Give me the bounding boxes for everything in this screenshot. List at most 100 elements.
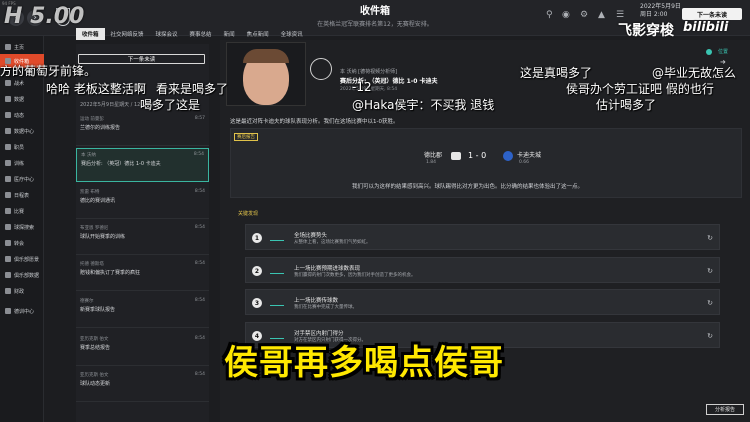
finding-desc: 从整体上看，这场比赛我们气势如虹。 <box>294 240 371 245</box>
nav-label: 德训中心 <box>14 308 35 315</box>
list-item[interactable]: 德赛尔新赛季球队报告 8:54 <box>76 295 209 328</box>
mail-title: 赛后分析: （英冠）德比 1-0 卡迪夫 <box>81 161 161 167</box>
club-data-icon <box>5 272 11 278</box>
nav-item-club-data[interactable]: 俱乐部数据 <box>0 268 44 282</box>
away-team: 卡迪夫城 <box>517 152 542 159</box>
nav-item-club-vision[interactable]: 俱乐部愿景 <box>0 252 44 266</box>
nav-item-dynamics[interactable]: 动态 <box>0 108 44 122</box>
nav-label: 主页 <box>14 44 25 51</box>
nav-item-matches[interactable]: 比赛 <box>0 204 44 218</box>
scouting-icon <box>5 224 11 230</box>
expand-icon[interactable]: ↻ <box>707 267 713 275</box>
list-item[interactable]: 运动 前曼彭 兰德尔的训练报告 8:57 <box>76 113 209 146</box>
watermark-left: H 5.00 <box>4 4 85 29</box>
tab-social[interactable]: 社交网络反馈 <box>105 28 150 40</box>
page-subtitle: 在英格兰冠军联赛排名第12，无赛程安排。 <box>317 21 433 28</box>
analysis-report-button[interactable]: 分析报告 <box>706 404 744 415</box>
nav-item-data[interactable]: 数据 <box>0 92 44 106</box>
menu-icon[interactable]: ☰ <box>616 10 624 20</box>
mail-sender: 托德 德斯塔 <box>80 262 104 267</box>
finding-row[interactable]: 3 上一场比赛传球数 我们在比赛中完成了大量传球。 ↻ <box>245 289 720 315</box>
tab-focus-news[interactable]: 焦点新闻 <box>241 28 275 40</box>
expand-icon[interactable]: ↻ <box>707 332 713 340</box>
momentum-icon <box>270 234 284 241</box>
tab-world-news[interactable]: 全球资讯 <box>275 28 309 40</box>
club-badge-icon <box>310 58 332 80</box>
mail-time: 8:54 <box>194 298 205 303</box>
mail-time: 8:54 <box>194 336 205 341</box>
nav-label: 战术 <box>14 80 25 87</box>
nav-item-staff[interactable]: 职员 <box>0 140 44 154</box>
nav-label: 球探搜索 <box>14 224 35 231</box>
data-icon <box>5 96 11 102</box>
list-item-selected[interactable]: 本 沃纳 赛后分析: （英冠）德比 1-0 卡迪夫 8:54 <box>76 148 209 182</box>
finding-row[interactable]: 2 上一场比赛预期进球数表现 我们赢得的射门次数更多，因为我们对手创造了更多的机会。… <box>245 257 720 283</box>
danmaku-comment: 哈哈 老板这整活啊 <box>46 82 146 96</box>
dynamics-icon <box>5 112 11 118</box>
finding-title: 上一场比赛预期进球数表现 <box>294 266 361 272</box>
tab-inbox[interactable]: 收件箱 <box>76 28 105 40</box>
key-findings-label: 关键发现 <box>238 211 259 217</box>
search-icon[interactable]: ⚲ <box>546 10 553 20</box>
finding-row[interactable]: 1 全场比赛势头 从整体上看，这场比赛我们气势如虹。 ↻ <box>245 224 720 250</box>
game-date: 2022年5月9日 周日 2:00 <box>640 3 681 19</box>
nav-item-data-hub[interactable]: 数据中心 <box>0 124 44 138</box>
nav-label: 动态 <box>14 112 25 119</box>
danmaku-comment: 看来是喝多了 <box>156 82 229 96</box>
time-line: 周日 2:00 <box>640 11 668 18</box>
report-intro: 这是最近对阵卡迪夫的球队表现分析。我们在这场比赛中以1-0获胜。 <box>230 119 399 125</box>
tab-match-summary[interactable]: 赛事总结 <box>184 28 218 40</box>
tab-news[interactable]: 新闻 <box>218 28 241 40</box>
list-item[interactable]: 布亚恩 罗德尼 球队开始赛季的训练 8:54 <box>76 222 209 255</box>
list-item[interactable]: 亚历克斯 伯文 球队动态更新 8:54 <box>76 369 209 402</box>
nav-label: 数据 <box>14 96 25 103</box>
away-crest-icon <box>503 151 513 161</box>
away-xg: 0.66 <box>519 160 530 165</box>
danmaku-comment: 侯哥办个劳工证吧 假的也行 <box>566 82 714 96</box>
watermark-channel: 飞影穿梭 <box>618 23 674 39</box>
expand-icon[interactable]: ↻ <box>707 299 713 307</box>
mail-time: 8:54 <box>194 225 205 230</box>
nav-item-scouting[interactable]: 球探搜索 <box>0 220 44 234</box>
nav-item-schedule[interactable]: 日程表 <box>0 188 44 202</box>
nav-item-training[interactable]: 训练 <box>0 156 44 170</box>
mail-time: 8:54 <box>194 372 205 377</box>
mail-sender: 德赛尔 <box>80 299 94 304</box>
nav-item-dev-centre[interactable]: 德训中心 <box>0 304 44 318</box>
tactics-icon <box>5 80 11 86</box>
finding-number: 3 <box>252 298 262 308</box>
mail-time: 8:54 <box>194 189 205 194</box>
nav-label: 转会 <box>14 240 25 247</box>
watermark-bilibili: bilibili <box>683 20 729 35</box>
expand-icon[interactable]: ↻ <box>707 234 713 242</box>
mail-title: 球队动态更新 <box>80 381 111 387</box>
next-unread-button[interactable]: 下一条未读 <box>78 54 205 64</box>
continue-button[interactable]: 下一条未读 <box>682 8 742 20</box>
nav-label: 俱乐部数据 <box>14 272 40 279</box>
settings-icon[interactable]: ⚙ <box>580 10 588 20</box>
danmaku-comment: 方的葡萄牙前锋。 <box>0 64 97 78</box>
xg-icon <box>270 267 284 274</box>
nav-label: 比赛 <box>14 208 25 215</box>
nav-item-finance[interactable]: 财政 <box>0 284 44 298</box>
nav-item-medical[interactable]: 医疗中心 <box>0 172 44 186</box>
mail-sender: 凯雷 布特 <box>80 190 100 195</box>
list-item[interactable]: 凯雷 布特 德比的赛训通讯 8:54 <box>76 186 209 219</box>
club-icon[interactable]: ▲ <box>598 10 605 20</box>
list-item[interactable]: 托德 德斯塔 赔钱和偏执订了赛季的疯狂 8:54 <box>76 258 209 291</box>
mail-title: 新赛季球队报告 <box>80 307 116 313</box>
nav-item-home[interactable]: 主页 <box>0 40 44 54</box>
nav-label: 俱乐部愿景 <box>14 256 40 263</box>
globe-icon[interactable]: ◉ <box>562 10 570 20</box>
report-sender: 本 沃纳 [德荷视频分析师] <box>340 69 398 75</box>
nav-label: 医疗中心 <box>14 176 35 183</box>
mail-sender: 本 沃纳 <box>81 153 96 158</box>
training-icon <box>5 160 11 166</box>
match-summary: 我们可以为这样的结果感到高兴。球队踢得比对方更为出色。比分确的结果也体验出了这一… <box>352 184 584 190</box>
vision-icon <box>5 256 11 262</box>
nav-item-transfers[interactable]: 转会 <box>0 236 44 250</box>
date-line: 2022年5月9日 <box>640 3 681 10</box>
list-item[interactable]: 亚历克斯 伯文 赛季总结报告 8:54 <box>76 333 209 366</box>
tab-scout-meeting[interactable]: 球探会议 <box>150 28 184 40</box>
finding-title: 全场比赛势头 <box>294 233 328 239</box>
